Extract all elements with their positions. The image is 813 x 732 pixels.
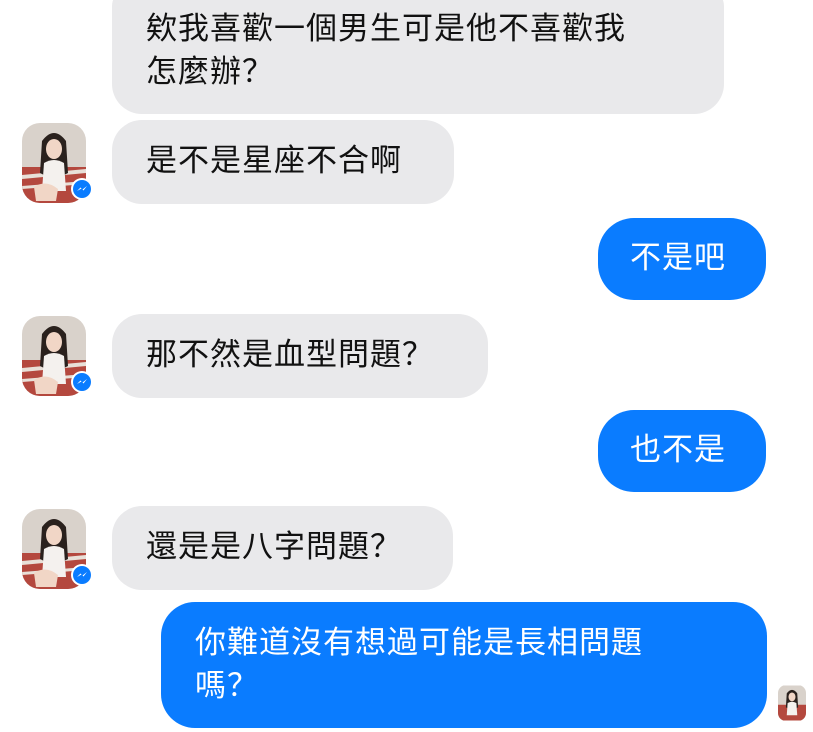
seen-avatar — [778, 685, 806, 721]
message-bubble-outgoing[interactable]: 也不是 — [598, 410, 766, 492]
messenger-icon — [71, 564, 93, 586]
messenger-icon — [71, 371, 93, 393]
seen-avatar-photo — [778, 685, 806, 721]
message-bubble-incoming[interactable]: 欸我喜歡一個男生可是他不喜歡我 怎麼辦？ — [112, 0, 724, 114]
message-bubble-outgoing[interactable]: 你難道沒有想過可能是長相問題 嗎？ — [161, 602, 767, 728]
chat-thread: 欸我喜歡一個男生可是他不喜歡我 怎麼辦？ 是不是星座不合啊 不是吧 那不然是血型… — [0, 0, 813, 732]
message-bubble-outgoing[interactable]: 不是吧 — [598, 218, 766, 300]
contact-avatar[interactable] — [22, 316, 93, 396]
message-bubble-incoming[interactable]: 還是是八字問題？ — [112, 506, 453, 590]
contact-avatar[interactable] — [22, 123, 93, 203]
message-bubble-incoming[interactable]: 那不然是血型問題？ — [112, 314, 488, 398]
message-bubble-incoming[interactable]: 是不是星座不合啊 — [112, 120, 454, 204]
contact-avatar[interactable] — [22, 509, 93, 589]
messenger-icon — [71, 178, 93, 200]
